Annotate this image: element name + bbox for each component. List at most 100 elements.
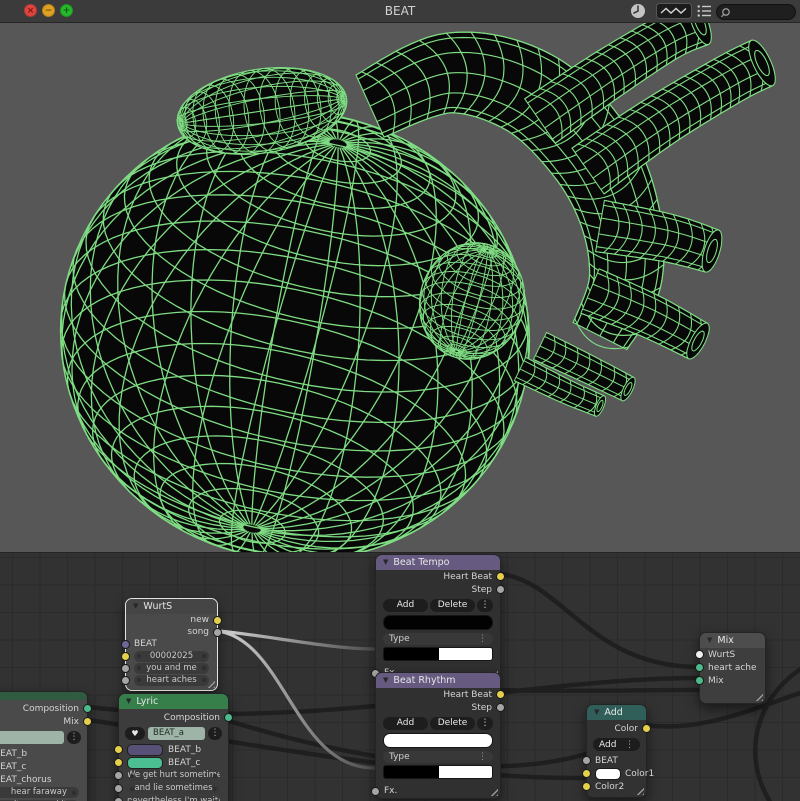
input-socket[interactable] — [121, 639, 130, 649]
value-field[interactable]: heart aches — [134, 674, 209, 686]
collapse-triangle-icon[interactable]: ▼ — [594, 709, 599, 716]
color-swatch[interactable] — [127, 756, 163, 769]
node-title: Lyric — [136, 696, 159, 707]
type-label: Type — [389, 752, 410, 762]
operation-dropdown[interactable]: Add ⋮ — [593, 738, 640, 751]
input-socket[interactable] — [121, 675, 130, 685]
node-lyric[interactable]: ▼ Lyric Composition ♥ BEAT_a ⋮ BEAT_b BE… — [114, 693, 233, 801]
input-socket[interactable] — [695, 676, 704, 685]
search-icon — [721, 8, 730, 18]
collapse-triangle-icon[interactable]: ▼ — [126, 698, 131, 705]
output-socket[interactable] — [224, 713, 233, 722]
swatch-label: BEAT_b — [0, 748, 28, 759]
output-socket[interactable] — [642, 724, 651, 733]
output-label: Step — [471, 584, 493, 595]
delete-button[interactable]: Delete — [430, 717, 475, 730]
input-socket[interactable] — [582, 769, 591, 778]
output-socket[interactable] — [496, 572, 505, 581]
list-widget[interactable] — [383, 615, 493, 630]
output-socket[interactable] — [83, 704, 92, 713]
heart-wireframe — [59, 23, 776, 552]
clock-icon[interactable] — [630, 3, 646, 19]
node-header[interactable] — [0, 692, 87, 700]
node-header[interactable]: ▼ Beat Tempo — [376, 555, 500, 570]
input-socket[interactable] — [114, 758, 123, 767]
menu-dots-icon[interactable]: ⋮ — [477, 599, 493, 612]
heart-icon[interactable]: ♥ — [125, 727, 145, 740]
search-input[interactable] — [716, 4, 796, 20]
node-header[interactable]: ▼ Mix — [700, 633, 765, 648]
type-dropdown[interactable]: Type ⋮ — [383, 633, 493, 645]
list-widget[interactable] — [383, 733, 493, 748]
input-socket[interactable] — [114, 745, 123, 754]
collapse-triangle-icon[interactable]: ▼ — [133, 603, 138, 610]
input-socket[interactable] — [121, 651, 130, 661]
output-socket[interactable] — [496, 703, 505, 712]
node-beat-rhythm[interactable]: ▼ Beat Rhythm Heart Beat Step Add Delete… — [371, 672, 505, 799]
input-socket[interactable] — [582, 782, 591, 791]
list-icon[interactable] — [697, 3, 712, 19]
output-label: new — [190, 615, 209, 625]
input-socket[interactable] — [371, 786, 380, 796]
collapse-triangle-icon[interactable]: ▼ — [383, 559, 388, 566]
name-field[interactable] — [0, 731, 64, 744]
add-button[interactable]: Add — [383, 717, 428, 730]
menu-dots-icon[interactable]: ⋮ — [477, 717, 493, 730]
lyric-line-field[interactable]: hear faraway — [0, 787, 79, 798]
input-socket[interactable] — [121, 663, 130, 673]
titlebar: × − + BEAT — [0, 0, 800, 23]
output-socket[interactable] — [213, 615, 222, 625]
input-socket[interactable] — [114, 771, 123, 780]
lyric-line-field[interactable]: and lie sometimes — [127, 783, 220, 794]
color-swatch[interactable] — [595, 767, 621, 780]
node-add[interactable]: ▼ Add Color Add ⋮ BEAT Color1 Color2 — [582, 704, 654, 798]
collapse-triangle-icon[interactable]: ▼ — [383, 677, 388, 684]
add-button[interactable]: Add — [383, 599, 428, 612]
input-socket[interactable] — [695, 663, 704, 672]
node-header[interactable]: ▼ WurtS — [126, 599, 217, 614]
input-socket[interactable] — [114, 797, 123, 801]
node-composition[interactable]: Composition Mix ⋮ BEAT_b BEAT_c BEAT_cho… — [0, 691, 92, 801]
node-header[interactable]: ▼ Add — [587, 705, 646, 720]
input-label: WurtS — [708, 649, 736, 660]
menu-dots-icon: ⋮ — [625, 739, 634, 750]
input-socket[interactable] — [114, 784, 123, 793]
input-socket[interactable] — [695, 650, 704, 659]
menu-dots-icon[interactable]: ⋮ — [67, 731, 81, 744]
delete-button[interactable]: Delete — [430, 599, 475, 612]
waveform-button[interactable] — [656, 3, 692, 19]
node-header[interactable]: ▼ Lyric — [119, 694, 228, 709]
node-mix[interactable]: ▼ Mix WurtS heart ache Mix — [695, 632, 766, 704]
output-socket[interactable] — [213, 627, 222, 637]
node-beat-tempo[interactable]: ▼ Beat Tempo Heart Beat Step Add Delete … — [371, 554, 505, 681]
output-label: Color — [614, 723, 639, 734]
node-header[interactable]: ▼ Beat Rhythm — [376, 673, 500, 688]
output-label: Composition — [22, 703, 79, 714]
output-label: Step — [471, 702, 493, 713]
value-field[interactable]: 00002025 — [134, 650, 209, 662]
fx-label: Fx. — [384, 786, 398, 796]
node-wire — [498, 571, 702, 670]
output-socket[interactable] — [496, 690, 505, 699]
node-editor-canvas[interactable]: ▼ WurtS new song BEAT 00002025 you and m… — [0, 552, 800, 801]
output-socket[interactable] — [496, 585, 505, 594]
input-label: BEAT — [595, 755, 618, 766]
menu-dots-icon: ⋮ — [478, 752, 487, 762]
swatch-label: BEAT_chorus — [0, 774, 52, 785]
resize-grip[interactable] — [753, 691, 763, 701]
viewport-3d[interactable] — [0, 23, 800, 552]
node-wurts[interactable]: ▼ WurtS new song BEAT 00002025 you and m… — [121, 598, 222, 691]
color-ramp[interactable] — [383, 647, 493, 661]
color-ramp[interactable] — [383, 765, 493, 779]
value-field[interactable]: you and me — [134, 662, 209, 674]
color-swatch[interactable] — [127, 743, 163, 756]
lyric-line-field[interactable]: nevertheless I'm waiting — [127, 796, 220, 801]
collapse-triangle-icon[interactable]: ▼ — [707, 637, 712, 644]
swatch-label: BEAT_c — [168, 757, 201, 768]
type-dropdown[interactable]: Type ⋮ — [383, 751, 493, 763]
input-socket[interactable] — [582, 756, 591, 765]
name-field[interactable]: BEAT_a — [148, 727, 205, 740]
output-socket[interactable] — [83, 717, 92, 726]
menu-dots-icon[interactable]: ⋮ — [208, 727, 222, 740]
lyric-line-field[interactable]: We get hurt sometimes — [127, 770, 220, 781]
